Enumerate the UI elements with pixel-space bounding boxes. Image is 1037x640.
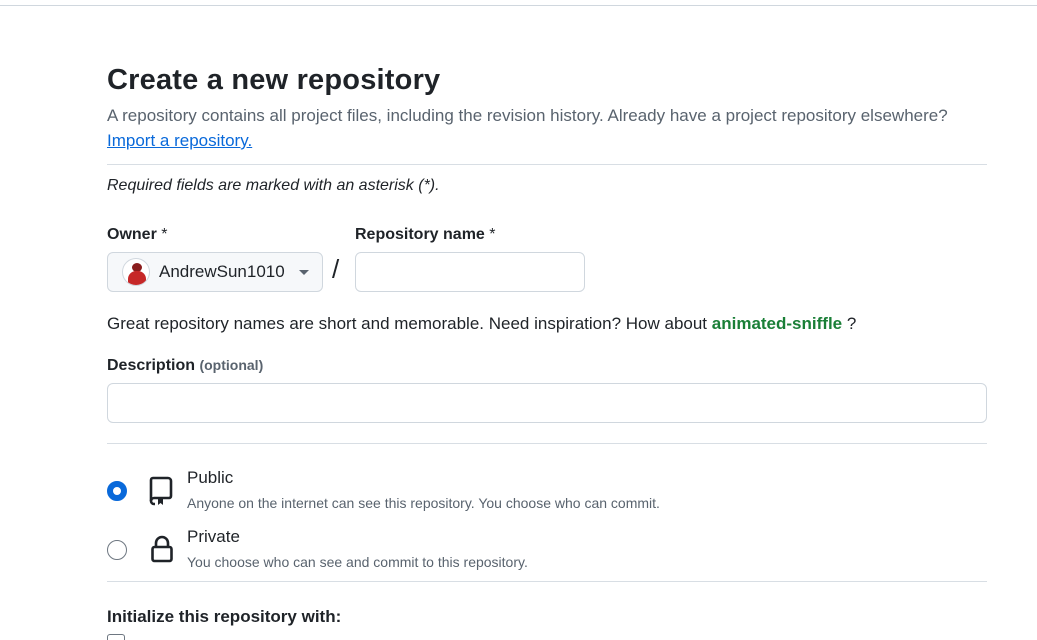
public-radio[interactable] xyxy=(107,481,127,501)
user-avatar-icon xyxy=(122,258,150,286)
owner-dropdown[interactable]: AndrewSun1010 xyxy=(107,252,323,292)
repository-name-label: Repository name * xyxy=(355,226,496,244)
initialize-checkbox[interactable] xyxy=(107,634,125,640)
page-title: Create a new repository xyxy=(107,64,441,96)
visibility-option-public[interactable]: Public Anyone on the internet can see th… xyxy=(107,466,987,516)
public-title: Public xyxy=(187,468,234,487)
import-repository-link[interactable]: Import a repository. xyxy=(107,129,252,153)
owner-selected-value: AndrewSun1010 xyxy=(159,262,285,281)
repo-icon xyxy=(149,476,173,506)
new-repo-form: Create a new repository A repository con… xyxy=(107,60,987,640)
description-input[interactable] xyxy=(107,383,987,423)
public-description: Anyone on the internet can see this repo… xyxy=(187,495,660,511)
triangle-down-icon xyxy=(298,269,309,275)
page-subtitle: A repository contains all project files,… xyxy=(107,106,948,125)
description-label-text: Description xyxy=(107,357,196,374)
divider xyxy=(107,164,987,165)
initialize-heading: Initialize this repository with: xyxy=(107,607,342,626)
private-title: Private xyxy=(187,527,240,546)
divider xyxy=(107,443,987,444)
divider xyxy=(107,581,987,582)
description-optional-tag: (optional) xyxy=(199,357,264,373)
name-suggestion-link[interactable]: animated-sniffle xyxy=(712,314,842,333)
private-radio[interactable] xyxy=(107,540,127,560)
repository-name-hint: Great repository names are short and mem… xyxy=(107,314,856,334)
top-border xyxy=(0,0,1037,6)
owner-label-text: Owner xyxy=(107,226,157,243)
required-fields-note: Required fields are marked with an aster… xyxy=(107,177,440,194)
visibility-option-private[interactable]: Private You choose who can see and commi… xyxy=(107,525,987,575)
owner-required-asterisk: * xyxy=(161,226,168,243)
repository-name-required-asterisk: * xyxy=(489,226,496,243)
hint-text: Great repository names are short and mem… xyxy=(107,314,708,333)
description-label: Description (optional) xyxy=(107,357,263,375)
private-description: You choose who can see and commit to thi… xyxy=(187,554,528,570)
lock-icon xyxy=(151,535,173,563)
hint-suffix: ? xyxy=(846,314,857,333)
owner-repo-separator: / xyxy=(332,254,340,284)
repository-name-label-text: Repository name xyxy=(355,226,485,243)
repository-name-input[interactable] xyxy=(355,252,585,292)
owner-label: Owner * xyxy=(107,226,167,244)
